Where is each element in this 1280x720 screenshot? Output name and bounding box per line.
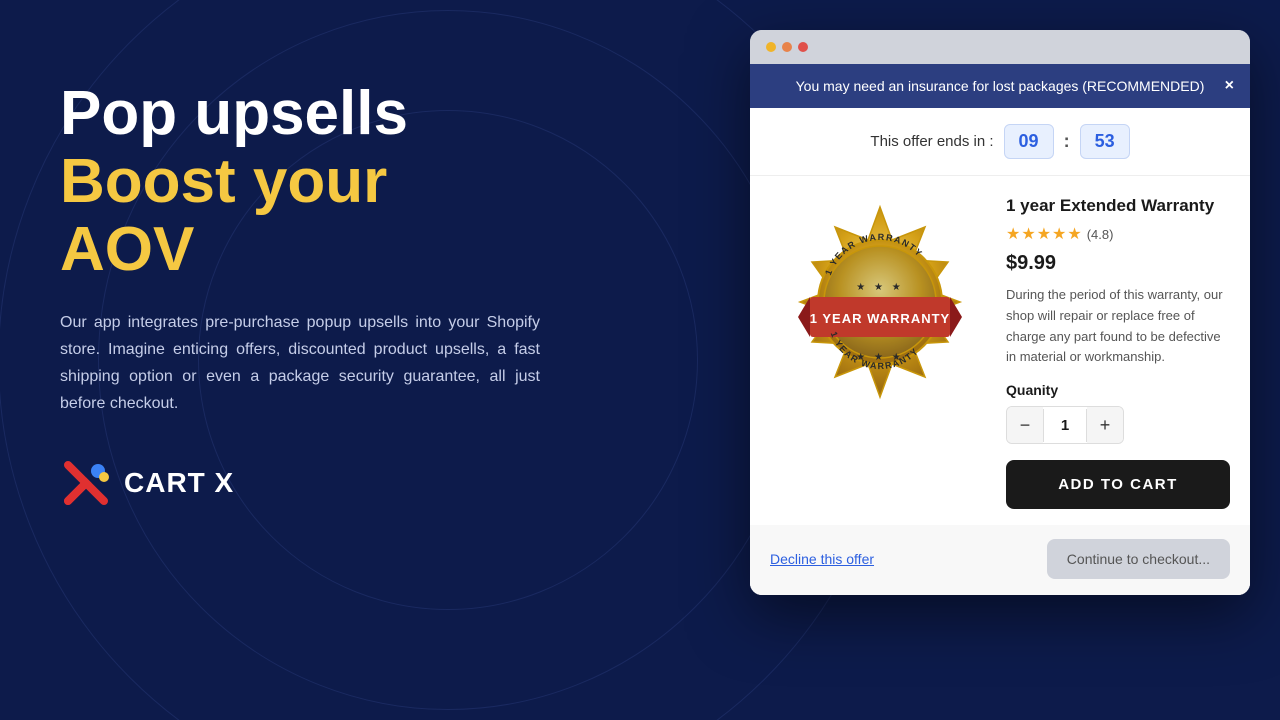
timer-section: This offer ends in : 09 : 53 [750,108,1250,176]
notification-bar: You may need an insurance for lost packa… [750,64,1250,108]
quantity-label: Quanity [1006,382,1230,398]
quantity-increase-button[interactable]: + [1087,407,1123,443]
headline: Pop upsells Boost your AOV [60,80,540,285]
description-text: Our app integrates pre-purchase popup up… [60,309,540,418]
headline-line2: Boost your [60,147,387,216]
quantity-controls: − 1 + [1006,406,1124,444]
browser-window: You may need an insurance for lost packa… [750,30,1250,595]
star-rating: ★★★★★ (4.8) [1006,224,1230,244]
svg-text:1 YEAR WARRANTY: 1 YEAR WARRANTY [810,311,950,326]
product-description: During the period of this warranty, our … [1006,285,1230,368]
timer-minutes: 09 [1004,124,1054,159]
popup-modal: You may need an insurance for lost packa… [750,64,1250,595]
notification-text: You may need an insurance for lost packa… [796,78,1205,94]
continue-checkout-button[interactable]: Continue to checkout... [1047,539,1230,579]
product-info: 1 year Extended Warranty ★★★★★ (4.8) $9.… [1006,192,1230,509]
timer-colon: : [1064,131,1070,152]
cartx-logo-icon [60,457,112,509]
quantity-value: 1 [1043,409,1087,442]
browser-dot-orange [782,42,792,52]
product-title: 1 year Extended Warranty [1006,196,1230,216]
add-to-cart-button[interactable]: ADD TO CART [1006,460,1230,509]
timer-seconds: 53 [1080,124,1130,159]
close-button[interactable]: × [1225,77,1234,95]
warranty-badge-icon: 1 YEAR WARRANTY ★ ★ ★ 1 YEAR WARRANTY ★ … [780,202,980,402]
popup-footer: Decline this offer Continue to checkout.… [750,525,1250,595]
brand-name-text: CART X [124,467,234,499]
product-image-wrap: 1 YEAR WARRANTY ★ ★ ★ 1 YEAR WARRANTY ★ … [770,192,990,412]
rating-count: (4.8) [1087,227,1114,242]
brand-logo-area: CART X [60,457,540,509]
browser-topbar [750,30,1250,64]
browser-dot-red [798,42,808,52]
decline-offer-button[interactable]: Decline this offer [770,551,874,567]
headline-line3: AOV [60,215,194,284]
browser-dot-yellow [766,42,776,52]
timer-label: This offer ends in : [870,133,993,150]
product-section: 1 YEAR WARRANTY ★ ★ ★ 1 YEAR WARRANTY ★ … [750,176,1250,525]
svg-text:★ ★ ★: ★ ★ ★ [856,282,903,293]
left-panel: Pop upsells Boost your AOV Our app integ… [60,80,540,509]
stars-icon: ★★★★★ [1006,224,1083,244]
headline-line1: Pop upsells [60,79,408,148]
product-price: $9.99 [1006,252,1230,275]
quantity-decrease-button[interactable]: − [1007,407,1043,443]
